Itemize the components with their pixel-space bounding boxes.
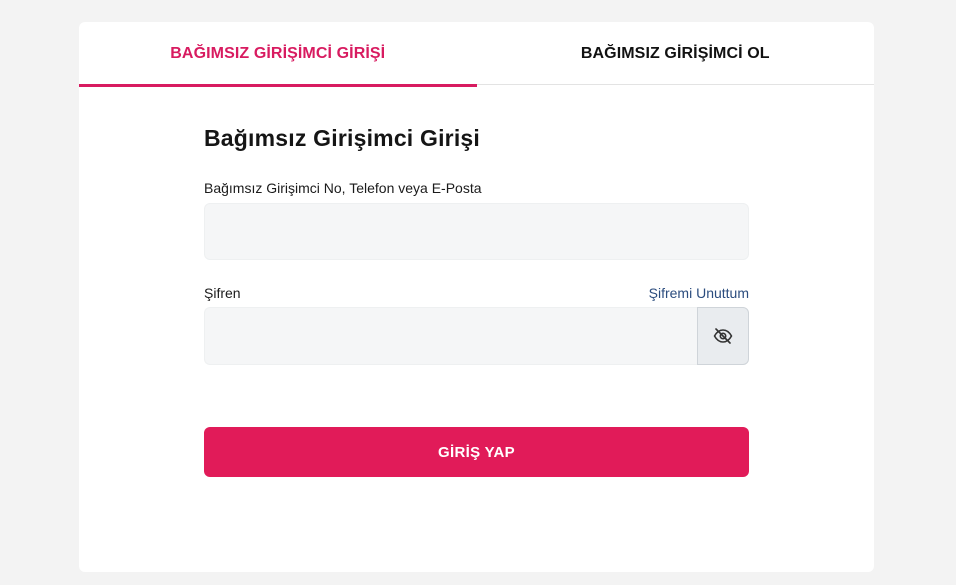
eye-slash-icon	[713, 328, 733, 344]
form-title: Bağımsız Girişimci Girişi	[204, 125, 480, 151]
login-card: BAĞIMSIZ GİRİŞİMCİ GİRİŞİ BAĞIMSIZ GİRİŞ…	[79, 22, 874, 572]
forgot-password-link[interactable]: Şifremi Unuttum	[649, 285, 749, 301]
tab-signup[interactable]: BAĞIMSIZ GİRİŞİMCİ OL	[477, 22, 875, 85]
login-form: Bağımsız Girişimci Girişi Bağımsız Giriş…	[204, 125, 749, 477]
password-field-group	[204, 307, 749, 365]
id-label-row: Bağımsız Girişimci No, Telefon veya E-Po…	[204, 180, 749, 196]
tab-login[interactable]: BAĞIMSIZ GİRİŞİMCİ GİRİŞİ	[79, 22, 477, 87]
password-visibility-toggle[interactable]	[697, 307, 749, 365]
password-label-row: Şifren Şifremi Unuttum	[204, 285, 749, 301]
tab-bar: BAĞIMSIZ GİRİŞİMCİ GİRİŞİ BAĞIMSIZ GİRİŞ…	[79, 22, 875, 87]
password-label: Şifren	[204, 285, 241, 301]
password-input[interactable]	[204, 307, 697, 365]
id-input[interactable]	[204, 203, 749, 260]
login-submit-button[interactable]: GİRİŞ YAP	[204, 427, 749, 477]
id-label: Bağımsız Girişimci No, Telefon veya E-Po…	[204, 180, 482, 196]
